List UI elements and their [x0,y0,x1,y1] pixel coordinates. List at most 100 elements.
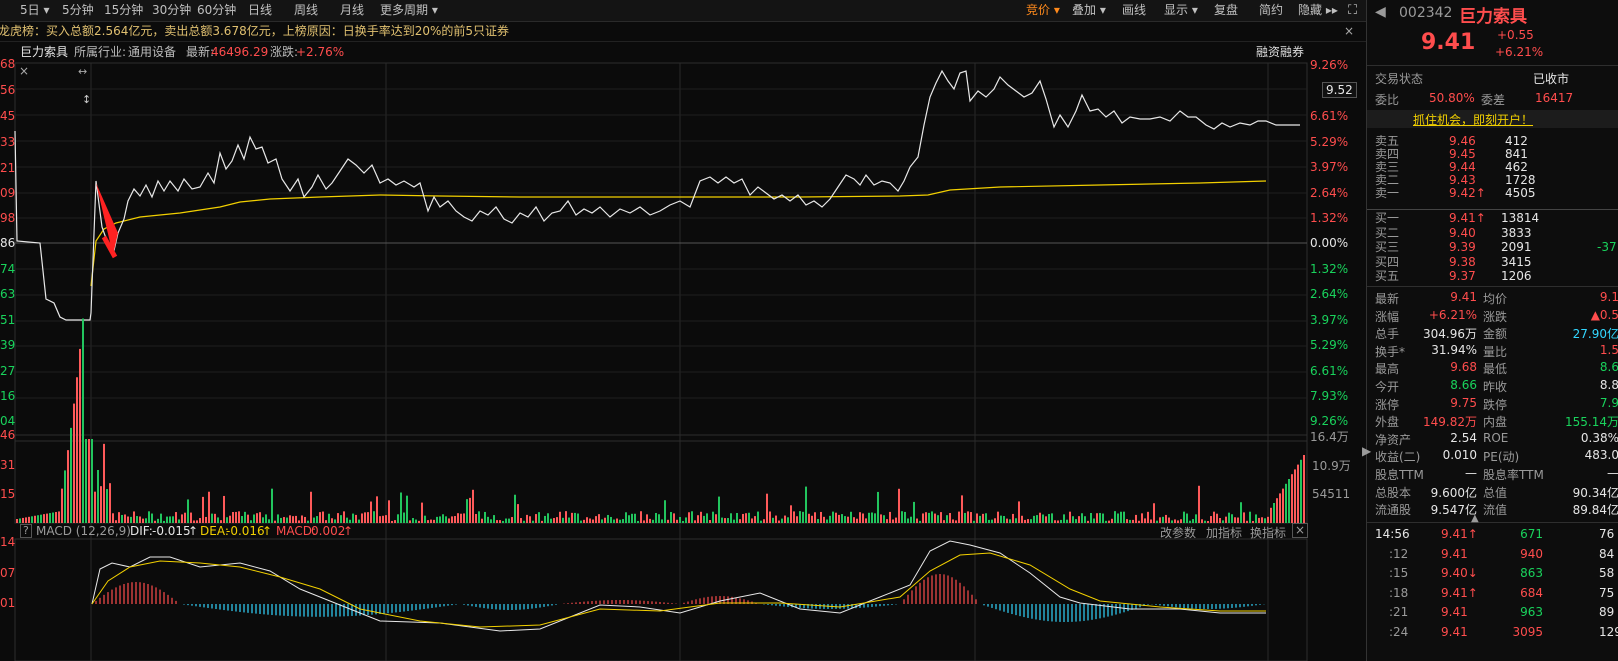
volume-bar [481,518,483,523]
volume-bar [514,494,516,523]
change-params-button[interactable]: 改参数 [1160,524,1196,541]
volume-bar [724,518,726,523]
volume-bar [1204,520,1206,523]
tab-30min[interactable]: 30分钟 [152,2,191,19]
expand-icon[interactable]: ▲ [1471,513,1479,524]
volume-bar [292,516,294,523]
tab-display[interactable]: 显示 ▾ [1164,2,1198,19]
volume-bar [1033,515,1035,523]
resize-handle-icon[interactable]: ↔ [78,65,87,78]
volume-bar [1258,517,1260,523]
stat-value: 0.010 [1442,448,1477,463]
bid-level-price[interactable]: 9.41↑ [1449,212,1486,225]
tab-monthly[interactable]: 月线 [340,2,364,19]
volume-bar [964,512,966,523]
promo-text[interactable]: 抓住机会，即刻开户！ [1413,111,1533,128]
close-macd-icon[interactable]: × [1292,523,1309,538]
volume-bar [601,519,603,523]
promo-banner[interactable]: 抓住机会，即刻开户！ [1367,110,1618,128]
tick-volume: 684 [1520,585,1543,600]
volume-bar [985,513,987,523]
tab-5min[interactable]: 5分钟 [62,2,94,19]
axis-tick: 45 [0,109,16,123]
fullscreen-icon[interactable]: ⛶ [1348,2,1357,19]
switch-indicator-button[interactable]: 换指标 [1250,524,1286,541]
help-icon[interactable]: ? [20,524,32,538]
volume-bar [607,514,609,523]
volume-bar [235,511,237,523]
stat-value: 8.6 [1599,360,1618,375]
volume-bar [352,513,354,523]
volume-bar [775,515,777,523]
volume-bar [262,517,264,523]
volume-bar [610,516,612,523]
volume-bar [1273,503,1275,523]
stat-label: 内盘 [1483,415,1508,430]
tab-overlay[interactable]: 叠加 ▾ [1072,2,1106,19]
volume-bar [520,518,522,523]
tab-draw-line[interactable]: 画线 [1122,2,1146,19]
volume-bar [811,515,813,523]
tab-15min[interactable]: 15分钟 [104,2,143,19]
volume-bar [661,519,663,523]
tab-simple[interactable]: 简约 [1259,2,1283,19]
tab-60min[interactable]: 60分钟 [197,2,236,19]
tab-replay[interactable]: 复盘 [1214,2,1238,19]
volume-bar [1132,519,1134,523]
volume-bar [1291,474,1293,523]
stat-label: 最高 [1375,362,1400,377]
bid-level-price[interactable]: 9.37 [1449,270,1476,283]
tick-price: 9.41↑ [1441,527,1478,541]
volume-bar [577,513,579,523]
volume-bar [706,513,708,523]
tab-label: 隐藏 [1298,3,1323,17]
add-indicator-button[interactable]: 加指标 [1206,524,1242,541]
tick-price: 9.41↑ [1441,585,1478,600]
axis-tick: 01 [0,596,16,610]
volume-bar [151,513,153,523]
stock-code: 002342 [1399,5,1453,21]
volume-bar [478,511,480,523]
volume-bar [1162,516,1164,523]
bid-level-price[interactable]: 9.39 [1449,241,1476,254]
volume-bar [1078,516,1080,523]
axis-tick: 6.61% [1310,109,1349,123]
bid-level-price[interactable]: 9.40 [1449,226,1476,240]
bid-level-volume: 13814 [1501,211,1540,225]
volume-bar [307,520,309,523]
volume-bar [106,489,108,523]
volume-bar [928,512,930,523]
volume-bar [1264,518,1266,523]
tab-daily[interactable]: 日线 [248,2,272,19]
tab-5day[interactable]: 5日 ▾ [20,2,49,19]
tab-more-periods[interactable]: 更多周期 ▾ [380,2,438,19]
close-pane-icon[interactable]: × [19,64,29,78]
volume-bar [232,512,234,523]
tab-auction[interactable]: 竞价 ▾ [1026,2,1060,19]
bid-level-price[interactable]: 9.38 [1449,255,1476,269]
volume-bar [1171,520,1173,523]
intraday-chart[interactable]: × ↔ ↕ [0,41,1366,661]
volume-bar [274,520,276,523]
axis-tick: 98 [0,211,16,225]
axis-tick: 10.9万 [1312,459,1351,473]
volume-bar [220,520,222,523]
volume-bar [319,512,321,523]
tab-weekly[interactable]: 周线 [294,2,318,19]
volume-bar [730,513,732,523]
bid-level-volume: 3415 [1501,254,1532,269]
volume-bar [1294,469,1296,523]
tab-hide[interactable]: 隐藏 ▸▸ [1298,2,1338,19]
volume-bar [475,513,477,523]
collapse-left-icon[interactable]: ◀ [1375,4,1386,20]
divider [1367,522,1618,523]
close-icon[interactable]: × [1344,22,1354,41]
volume-bar [37,515,39,523]
volume-bar [424,515,426,523]
tick-price: 9.41 [1441,546,1468,561]
volume-bar [127,516,129,523]
volume-bar [820,511,822,523]
ask-level-price[interactable]: 9.42↑ [1449,187,1486,200]
panel-toggle-icon[interactable]: ▶ [1362,444,1371,458]
macd-title[interactable]: MACD (12,26,9) [36,524,131,538]
